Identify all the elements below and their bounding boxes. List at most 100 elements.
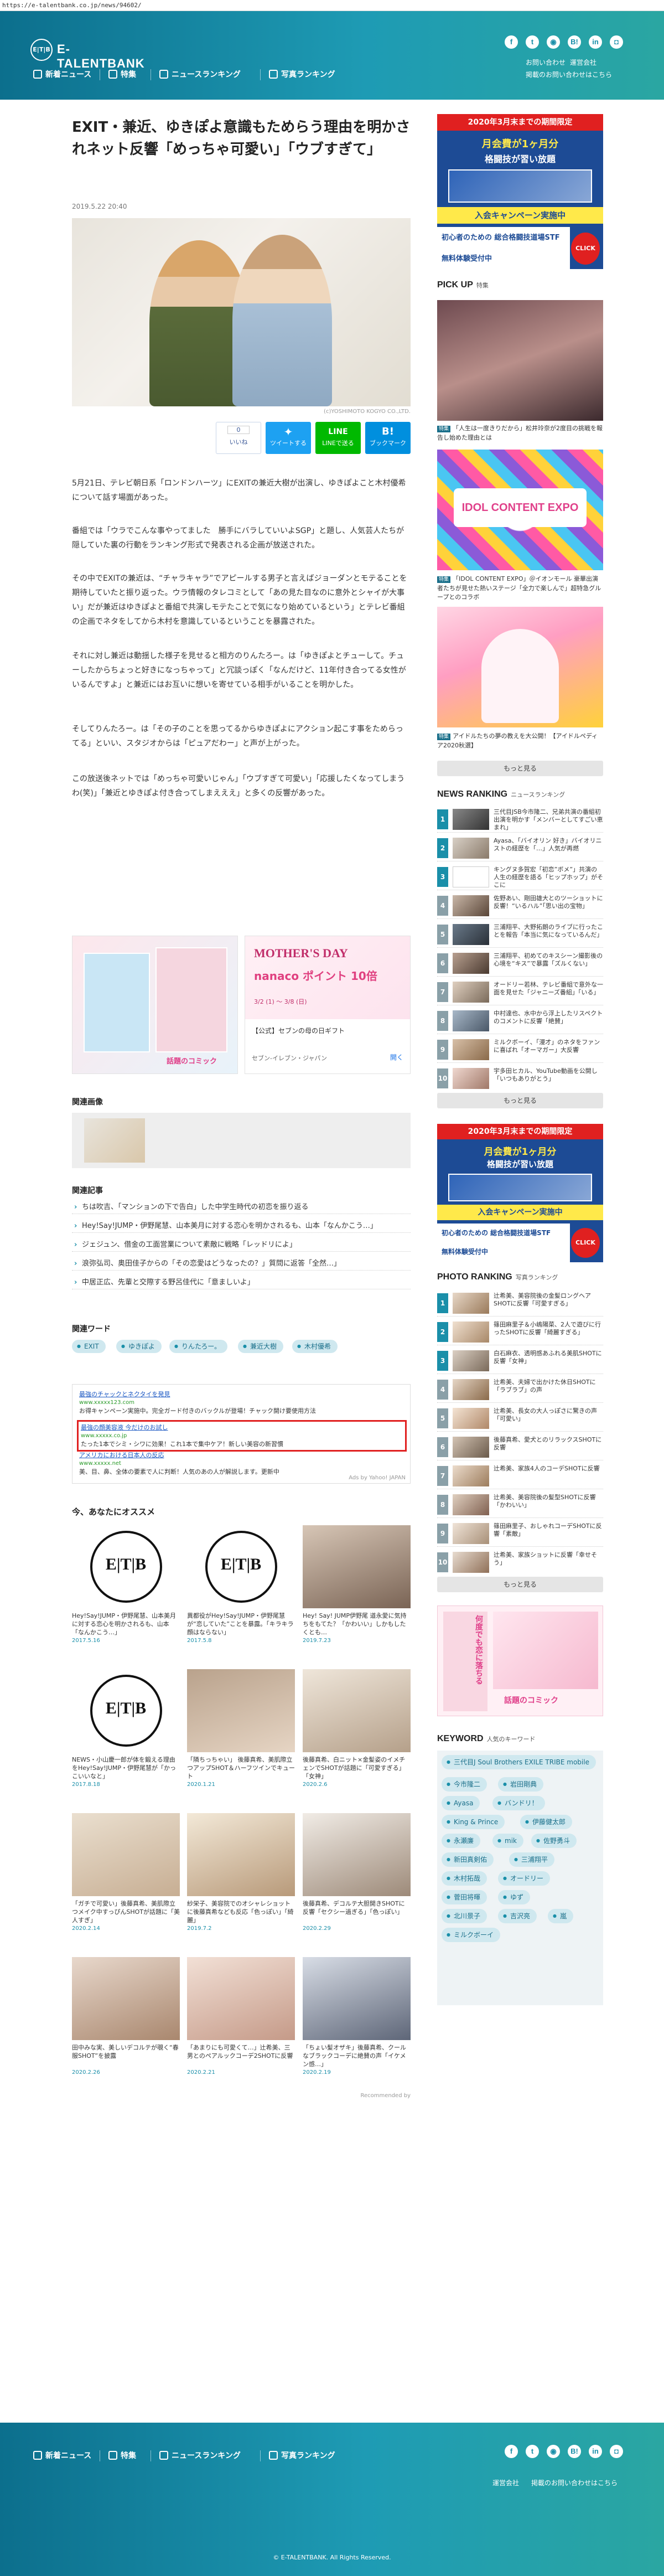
- footer-nav-news-ranking[interactable]: ニュースランキング: [159, 2445, 241, 2467]
- ranking-item[interactable]: 2 Ayasa、「バイオリン 好き」バイオリニストの経歴を「…」人気が再燃: [437, 835, 603, 861]
- photo-ranking-item[interactable]: 1 辻希美、美容院後の金髪ロングヘアSHOTに反響「可愛すぎる」: [437, 1290, 603, 1317]
- footer-nav-photo-ranking[interactable]: 写真ランキング: [269, 2445, 335, 2467]
- yahoo-ad-item-highlighted[interactable]: 最強の顔美容液 今だけのお試し www.xxxxx.co.jp たった1本でシミ…: [77, 1420, 407, 1452]
- related-article-link[interactable]: ジェジュン、借金の工面営業について素敵に戦略「レッドリによ」: [72, 1239, 411, 1252]
- recommend-card[interactable]: 「ちょい髪オザキ」後藤真希、クールなブラックコーデに絶賛の声「イケメン感…」 2…: [303, 1957, 411, 2076]
- keyword-tag[interactable]: 新田真剣佑: [442, 1852, 494, 1867]
- ranking-item[interactable]: 1 三代目JSB今市隆二、兄弟共演の番組初出演を明かす「メンバーとしてすごい恵まれ…: [437, 806, 603, 833]
- ranking-item[interactable]: 5 三浦翔平、大野拓朗のライブに行ったことを報告「本当に気になっているんだ」: [437, 921, 603, 948]
- pickup-image[interactable]: [437, 300, 603, 421]
- photo-ranking-item[interactable]: 10 辻希美、家族ショットに反響「幸せそう」: [437, 1549, 603, 1576]
- url-bar[interactable]: https://e-talentbank.co.jp/news/94602/: [0, 0, 664, 11]
- tag-link[interactable]: EXIT: [72, 1340, 106, 1353]
- news-ranking-more-button[interactable]: もっと見る: [437, 1093, 603, 1108]
- pickup-caption[interactable]: 特集 「人生は一度きりだから」松井玲奈が2度目の挑戦を報告し始めた理由とは: [437, 424, 603, 442]
- yahoo-ad-item[interactable]: アメリカにおける日本人の反応 www.xxxxx.net 美、目、鼻、全体の要素…: [79, 1451, 406, 1476]
- ad-banner-mothersday[interactable]: MOTHER'S DAY nanaco ポイント 10倍 3/2 (1) ～ 3…: [245, 936, 411, 1074]
- footer-nav-feature[interactable]: 特集: [108, 2445, 136, 2467]
- nav-feature[interactable]: 特集: [108, 64, 136, 86]
- footer-ad-inquiry-link[interactable]: 掲載のお問い合わせはこちら: [531, 2478, 618, 2487]
- related-article-link[interactable]: ちは吹吉、「マンションの下で告白」した中学生時代の初恋を振り返る: [72, 1201, 411, 1214]
- ad-open-button[interactable]: 開く: [390, 1052, 403, 1062]
- related-image-thumb[interactable]: [84, 1118, 145, 1163]
- ranking-item[interactable]: 9 ミルクボーイ、「漫才」のネタをファンに喜ばれ「オーマガー」大反響: [437, 1036, 603, 1063]
- rss-icon[interactable]: ◘: [610, 35, 623, 49]
- ranking-item[interactable]: 10 宇多田ヒカル、YouTube動画を公開し「いつもありがとう」: [437, 1065, 603, 1092]
- nav-photo-ranking[interactable]: 写真ランキング: [269, 64, 335, 86]
- photo-ranking-item[interactable]: 7 辻希美、家族4人のコーデSHOTに反響: [437, 1463, 603, 1489]
- tag-link[interactable]: 木村優希: [292, 1340, 338, 1353]
- hatena-icon[interactable]: B!: [568, 35, 581, 49]
- pickup-image-idol-expo[interactable]: IDOL CONTENT EXPO: [437, 450, 603, 570]
- instagram-icon[interactable]: ◉: [547, 35, 560, 49]
- recommend-card[interactable]: NEWS・小山慶一郎が体を鍛える理由をHey!Say!JUMP・伊野尾慧が「かっ…: [72, 1669, 180, 1788]
- keyword-tag[interactable]: オードリー: [498, 1871, 551, 1886]
- photo-ranking-item[interactable]: 5 辻希美、長女の大人っぽさに驚きの声「可愛い」: [437, 1405, 603, 1432]
- keyword-tag[interactable]: King & Prince: [442, 1815, 505, 1829]
- recommend-card[interactable]: Hey! Say! JUMP伊野尾 道永愛に気持ちをもてた？「かわいい」しかもし…: [303, 1525, 411, 1644]
- tag-link[interactable]: りんたろー。: [169, 1340, 228, 1353]
- pickup-caption[interactable]: 特集 アイドルたちの夢の教えを大公開！【アイドルペディア2020秋選】: [437, 732, 603, 750]
- recommend-card[interactable]: 「隣ちっちゃい」 後藤真希、美肌際立つアップSHOT＆ハーフツインでキュート 2…: [187, 1669, 295, 1788]
- photo-ranking-item[interactable]: 4 辻希美、夫婦で出かけた休日SHOTに「ラブラブ」の声: [437, 1376, 603, 1403]
- keyword-tag[interactable]: バンドリ！: [492, 1796, 545, 1810]
- photo-ranking-item[interactable]: 8 辻希美、美容院後の髪型SHOTに反響「かわいい」: [437, 1491, 603, 1518]
- keyword-tag[interactable]: 三代目J Soul Brothers EXILE TRIBE mobile: [442, 1755, 596, 1769]
- keyword-tag[interactable]: 木村拓哉: [442, 1871, 487, 1886]
- ranking-item[interactable]: 7 オードリー若林、テレビ番組で意外な一面を見せた「ジャニーズ番組」「いる」: [437, 979, 603, 1005]
- facebook-icon[interactable]: f: [505, 35, 518, 49]
- pickup-caption[interactable]: 特集 「IDOL CONTENT EXPO」＠イオンモール 豪華出演者たちが見せた…: [437, 575, 603, 602]
- contact-link[interactable]: お問い合わせ: [526, 58, 566, 67]
- keyword-tag[interactable]: ゆず: [498, 1890, 531, 1904]
- sidebar-banner-top[interactable]: 2020年3月末までの期間限定 月会費が1ヶ月分 格闘技が習い放題 入会キャンペ…: [437, 114, 603, 269]
- twitter-icon[interactable]: t: [526, 2445, 539, 2458]
- recommend-card[interactable]: 紗栄子、美容院でのオシャレショットに後藤真希なども反応「色っぽい」「綺麗」 20…: [187, 1813, 295, 1932]
- keyword-tag[interactable]: 三浦翔平: [509, 1852, 555, 1867]
- sidebar-banner-mid[interactable]: 2020年3月末までの期間限定 月会費が1ヶ月分 格闘技が習い放題 入会キャンペ…: [437, 1124, 603, 1262]
- ranking-item[interactable]: 3 キングヌ多賀宏「初恋”ボメ”」共演の人生の経歴を語る「ヒップホップ」がそこに: [437, 864, 603, 890]
- keyword-tag[interactable]: 吉沢亮: [498, 1909, 537, 1923]
- sidebar-banner-bottom[interactable]: 何度でも恋に落ちる 話題のコミック: [437, 1606, 603, 1716]
- keyword-tag[interactable]: 岩田剛典: [498, 1777, 544, 1792]
- photo-ranking-item[interactable]: 6 後藤真希、愛犬とのリラックスSHOTに反響: [437, 1434, 603, 1460]
- pickup-image-idol-pedia[interactable]: [437, 607, 603, 727]
- company-link[interactable]: 運営会社: [570, 58, 596, 67]
- ad-inquiry-link[interactable]: 掲載のお問い合わせはこちら: [526, 70, 612, 79]
- keyword-tag[interactable]: 今市隆二: [442, 1777, 487, 1792]
- recommend-card[interactable]: 異都役がHey!Say!JUMP・伊野尾慧が“恋していた”ことを暴露。「キラキラ…: [187, 1525, 295, 1644]
- photo-ranking-item[interactable]: 9 篠田麻里子、おしゃれコーデSHOTに反響「素敵」: [437, 1520, 603, 1547]
- keyword-tag[interactable]: 北川景子: [442, 1909, 487, 1923]
- hatena-icon[interactable]: B!: [568, 2445, 581, 2458]
- linkedin-icon[interactable]: in: [589, 35, 602, 49]
- instagram-icon[interactable]: ◉: [547, 2445, 560, 2458]
- ranking-item[interactable]: 6 三浦翔平、初めてのキスシーン撮影後の心境を“キス”で暴露「ズルくない」: [437, 950, 603, 977]
- nav-news[interactable]: 新着ニュース: [33, 64, 91, 86]
- footer-company-link[interactable]: 運営会社: [492, 2478, 519, 2487]
- rss-icon[interactable]: ◘: [610, 2445, 623, 2458]
- recommend-card[interactable]: Hey!Say!JUMP・伊野尾慧、山本美月に対する恋心を明かされるも、山本「な…: [72, 1525, 180, 1644]
- like-button[interactable]: 0 いいね: [216, 422, 261, 454]
- linkedin-icon[interactable]: in: [589, 2445, 602, 2458]
- line-button[interactable]: LINE LINEで送る: [315, 422, 361, 454]
- keyword-tag[interactable]: 嵐: [548, 1909, 574, 1923]
- related-article-link[interactable]: 中居正広、先輩と交際する野呂佳代に「意ましいよ」: [72, 1277, 411, 1289]
- hatena-button[interactable]: B! ブックマーク: [365, 422, 411, 454]
- recommend-card[interactable]: 「ガチで可愛い」後藤真希、美肌際立つメイク中すっぴんSHOTが話題に「美人すぎ」…: [72, 1813, 180, 1932]
- recommend-card[interactable]: 後藤真希、デコルテ大胆開きSHOTに反響「セクシー過ぎる」「色っぽい」 2020…: [303, 1813, 411, 1932]
- photo-ranking-item[interactable]: 3 白石麻衣、透明感あふれる美肌SHOTに反響「女神」: [437, 1348, 603, 1374]
- keyword-tag[interactable]: 伊藤健太郎: [520, 1815, 573, 1829]
- keyword-tag[interactable]: 永瀬廉: [442, 1834, 481, 1848]
- footer-nav-news[interactable]: 新着ニュース: [33, 2445, 91, 2467]
- photo-ranking-more-button[interactable]: もっと見る: [437, 1577, 603, 1592]
- keyword-tag[interactable]: 佐野勇斗: [531, 1834, 577, 1848]
- related-article-link[interactable]: 浪弥弘司、奥田佳子からの「その恋愛はどうなったの？」質問に返答「全然…」: [72, 1258, 411, 1271]
- tag-link[interactable]: ゆきぽよ: [116, 1340, 162, 1353]
- tag-link[interactable]: 兼近大樹: [238, 1340, 284, 1353]
- site-logo[interactable]: E|T|B E-TALENTBANK: [30, 39, 158, 70]
- facebook-icon[interactable]: f: [505, 2445, 518, 2458]
- yahoo-ad-item[interactable]: 最強のチャックとネクタイを発見 www.xxxxx123.com お得キャンペー…: [79, 1390, 406, 1415]
- keyword-tag[interactable]: Ayasa: [442, 1796, 480, 1810]
- twitter-icon[interactable]: t: [526, 35, 539, 49]
- tweet-button[interactable]: ✦ ツイートする: [266, 422, 311, 454]
- recommend-card[interactable]: 「あまりにも可愛くて…」辻希美、三男とのペアルックコーデ2SHOTに反響 202…: [187, 1957, 295, 2076]
